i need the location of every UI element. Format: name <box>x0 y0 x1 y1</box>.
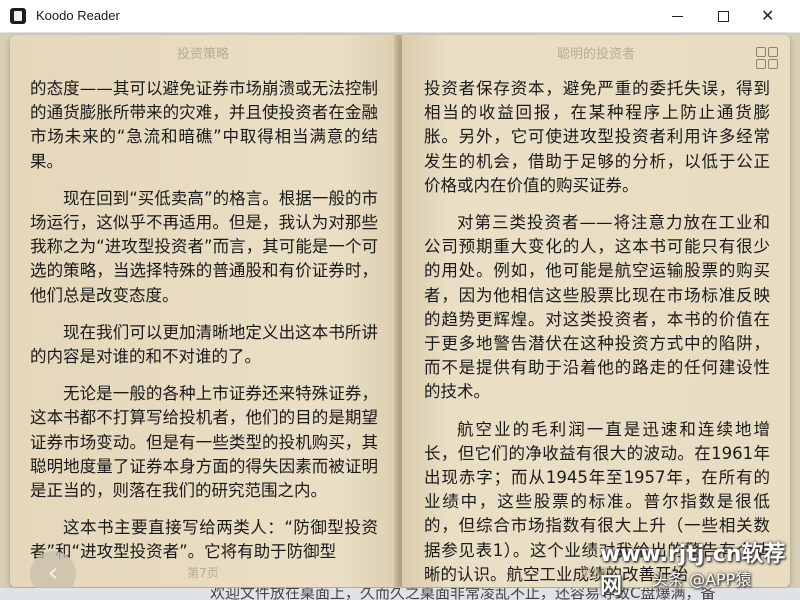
minimize-button[interactable] <box>654 0 700 32</box>
paragraph: 这本书主要直接写给两类人：“防御型投资者”和“进攻型投资者”。它将有助于防御型 <box>30 518 378 562</box>
left-page-header: 投资策略 <box>176 47 229 62</box>
paragraph: 投资者保存资本，避免严重的委托失误，得到相当的收益回报，在某种程序上防止通货膨胀… <box>424 79 770 195</box>
chevron-left-icon: ‹ <box>47 558 59 588</box>
maximize-icon <box>718 11 729 22</box>
koodo-app-icon <box>10 8 26 24</box>
window-title: Koodo Reader <box>36 8 120 23</box>
paragraph: 现在我们可以更加清晰地定义出这本书所讲的内容是对谁的和不对谁的了。 <box>30 322 378 367</box>
paragraph: 的态度——其可以避免证券市场崩溃或无法控制的通货膨胀所带来的灾难，并且使投资者在… <box>30 79 378 171</box>
right-page-header: 聪明的投资者 <box>556 47 635 62</box>
right-page-text: 投资者保存资本，避免严重的委托失误，得到相当的收益回报，在某种程序上防止通货膨胀… <box>424 77 770 600</box>
left-page-text: 的态度——其可以避免证券市场崩溃或无法控制的通货膨胀所带来的灾难，并且使投资者在… <box>30 77 378 578</box>
grid-cell <box>768 47 778 57</box>
maximize-button[interactable] <box>700 0 746 32</box>
paragraph: 无论是一般的各种上市证券还来特殊证券，这本书都不打算写给投机者，他们的目的是期望… <box>30 384 378 501</box>
minimize-icon <box>672 16 683 17</box>
grid-cell <box>756 59 766 69</box>
grid-cell <box>768 59 778 69</box>
right-page[interactable]: 聪明的投资者 投资者保存资本，避免严重的委托失误，得到相当的收益回报，在某种程序… <box>402 35 790 587</box>
title-bar: Koodo Reader ✕ <box>0 0 800 33</box>
close-icon: ✕ <box>761 6 775 25</box>
watermark-author: 头条 @APP猿 <box>652 570 752 589</box>
left-page[interactable]: 投资策略 的态度——其可以避免证券市场崩溃或无法控制的通货膨胀所带来的灾难，并且… <box>10 35 396 587</box>
grid-menu-icon[interactable] <box>756 47 778 69</box>
paragraph: 对第三类投资者——将注意力放在工业和公司预期重大变化的人，这本书可能只有很少的用… <box>424 213 770 402</box>
reader-view: 投资策略 的态度——其可以避免证券市场崩溃或无法控制的通货膨胀所带来的灾难，并且… <box>0 33 800 600</box>
close-button[interactable]: ✕ <box>746 0 792 32</box>
grid-cell <box>756 47 766 57</box>
paragraph: 现在回到“买低卖高”的格言。根据一般的市场运行，这似乎不再适用。但是，我认为对那… <box>30 188 378 305</box>
